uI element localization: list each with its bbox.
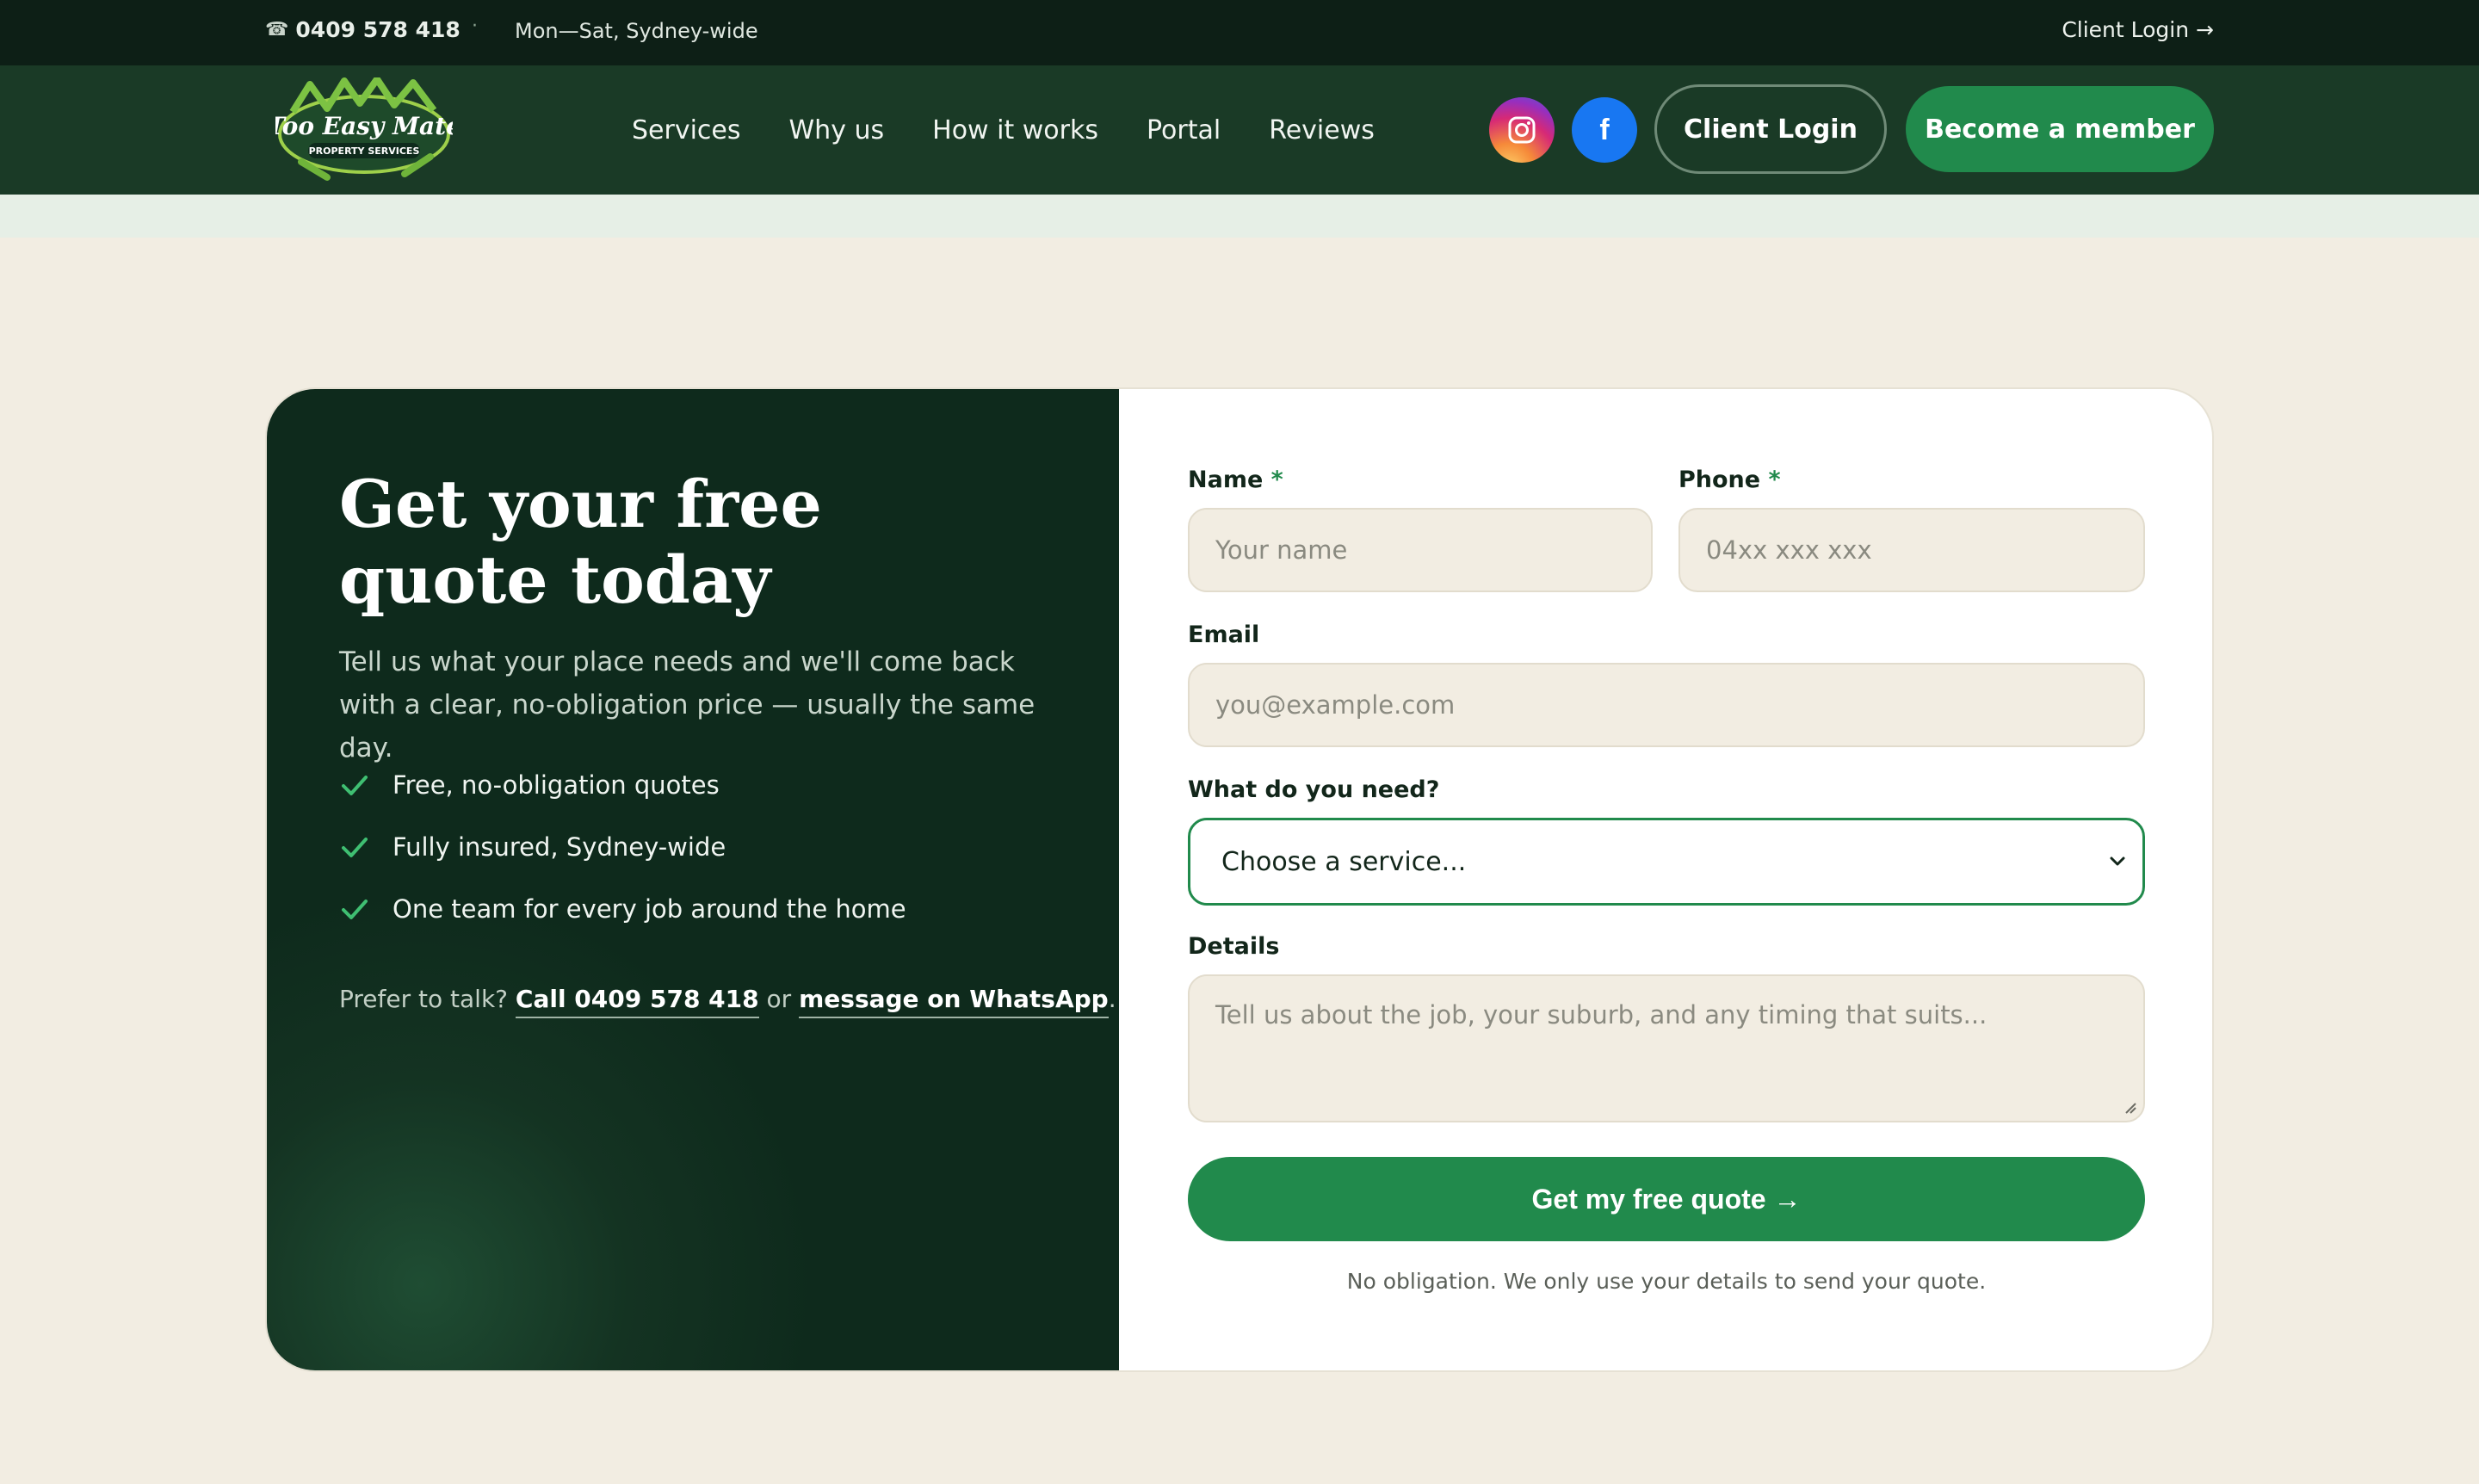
nav-link-reviews[interactable]: Reviews xyxy=(1269,115,1375,145)
benefit-text: One team for every job around the home xyxy=(393,894,906,924)
resize-handle-icon[interactable] xyxy=(2123,1100,2136,1114)
quote-lede: Tell us what your place needs and we'll … xyxy=(339,646,1035,764)
nav-link-how-it-works[interactable]: How it works xyxy=(932,115,1098,145)
main-nav: Too Easy Mate PROPERTY SERVICES Services… xyxy=(0,65,2479,195)
instagram-icon xyxy=(1508,116,1536,144)
nav-link-services[interactable]: Services xyxy=(632,115,741,145)
quote-intro-panel: Get your free quote today Tell us what y… xyxy=(267,389,1119,1370)
service-select[interactable]: Choose a service... xyxy=(1188,818,2145,906)
svg-text:Too Easy Mate: Too Easy Mate xyxy=(275,112,453,140)
brand-logo[interactable]: Too Easy Mate PROPERTY SERVICES xyxy=(267,76,461,182)
submit-quote-button[interactable]: Get my free quote → xyxy=(1188,1157,2145,1241)
email-input[interactable]: you@example.com xyxy=(1188,663,2145,747)
become-member-button[interactable]: Become a member xyxy=(1906,86,2214,172)
details-label: Details xyxy=(1188,933,1280,960)
service-selected-value: Choose a service... xyxy=(1221,846,1467,877)
talk-or: or xyxy=(766,985,792,1013)
top-phone-number: 0409 578 418 xyxy=(295,17,461,42)
top-client-login-link[interactable]: Client Login → xyxy=(2062,17,2214,42)
facebook-button[interactable]: f xyxy=(1572,97,1637,163)
benefit-text: Free, no-obligation quotes xyxy=(393,770,720,800)
name-label: Name * xyxy=(1188,467,1283,493)
list-item: One team for every job around the home xyxy=(339,878,1062,940)
top-bar: ☎ 0409 578 418 · Mon—Sat, Sydney-wide Cl… xyxy=(0,0,2479,65)
name-input[interactable]: Your name xyxy=(1188,508,1653,592)
benefits-list: Free, no-obligation quotes Fully insured… xyxy=(339,754,1062,940)
privacy-note: No obligation. We only use your details … xyxy=(1346,1269,1987,1294)
call-link[interactable]: Call 0409 578 418 xyxy=(515,985,759,1018)
details-placeholder: Tell us about the job, your suburb, and … xyxy=(1215,1000,1988,1030)
contact-alternatives: Prefer to talk? Call 0409 578 418 or mes… xyxy=(339,985,1116,1018)
phone-label: Phone * xyxy=(1678,467,1781,493)
required-mark: * xyxy=(1768,467,1781,493)
whatsapp-link[interactable]: message on WhatsApp xyxy=(799,985,1109,1018)
details-textarea[interactable]: Tell us about the job, your suburb, and … xyxy=(1188,974,2145,1122)
hero-band xyxy=(0,195,2479,238)
nav-links: Services Why us How it works Portal Revi… xyxy=(632,65,1375,195)
service-label: What do you need? xyxy=(1188,776,1440,803)
name-label-text: Name xyxy=(1188,467,1264,493)
check-icon xyxy=(339,892,374,926)
quote-card: Get your free quote today Tell us what y… xyxy=(267,389,2212,1370)
benefit-text: Fully insured, Sydney-wide xyxy=(393,832,726,862)
separator-dot: · xyxy=(472,15,478,37)
talk-prefix: Prefer to talk? xyxy=(339,985,509,1013)
client-login-button[interactable]: Client Login xyxy=(1654,84,1887,174)
phone-icon: ☎ xyxy=(265,19,289,40)
email-label: Email xyxy=(1188,621,1260,648)
facebook-icon: f xyxy=(1599,113,1610,146)
required-mark: * xyxy=(1270,467,1283,493)
svg-text:PROPERTY SERVICES: PROPERTY SERVICES xyxy=(309,145,420,157)
business-hours: Mon—Sat, Sydney-wide xyxy=(515,19,758,43)
nav-link-portal[interactable]: Portal xyxy=(1147,115,1221,145)
list-item: Free, no-obligation quotes xyxy=(339,754,1062,816)
check-icon xyxy=(339,830,374,864)
phone-label-text: Phone xyxy=(1678,467,1761,493)
quote-form: Name * Your name Phone * 04xx xxx xxx Em… xyxy=(1188,389,2145,1370)
quote-title: Get your free quote today xyxy=(339,466,822,618)
phone-input[interactable]: 04xx xxx xxx xyxy=(1678,508,2145,592)
check-icon xyxy=(339,768,374,802)
nav-link-why-us[interactable]: Why us xyxy=(789,115,885,145)
instagram-button[interactable] xyxy=(1489,97,1555,163)
list-item: Fully insured, Sydney-wide xyxy=(339,816,1062,878)
chevron-down-icon xyxy=(2110,856,2125,866)
talk-suffix: . xyxy=(1108,985,1116,1013)
top-phone-link[interactable]: ☎ 0409 578 418 xyxy=(265,17,461,42)
